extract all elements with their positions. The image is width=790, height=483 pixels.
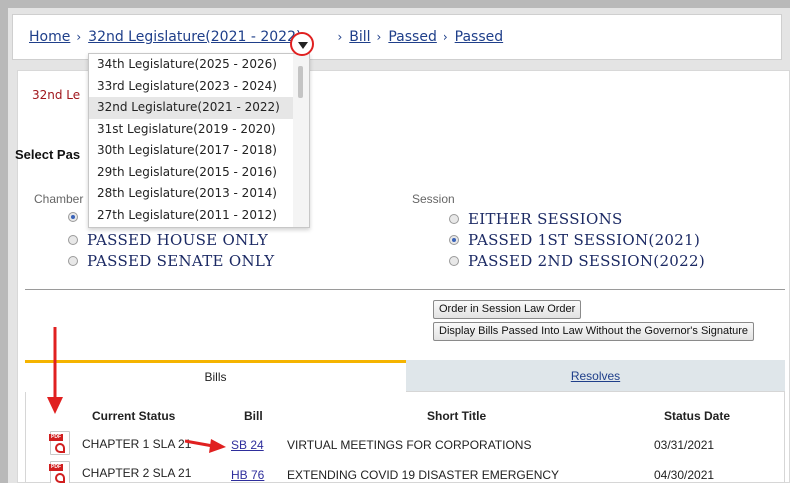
session-option-either[interactable]: EITHER SESSIONS bbox=[449, 210, 623, 228]
breadcrumb-separator: › bbox=[337, 30, 343, 44]
dropdown-option[interactable]: 30th Legislature(2017 - 2018) bbox=[89, 140, 309, 162]
radio-label: PASSED 1ST SESSION(2021) bbox=[468, 231, 701, 249]
radio-button[interactable] bbox=[68, 212, 78, 222]
breadcrumb-separator: › bbox=[76, 30, 82, 44]
row-status: CHAPTER 1 SLA 21 bbox=[82, 437, 192, 451]
radio-button[interactable] bbox=[449, 256, 459, 266]
breadcrumb-legislature-link[interactable]: 32nd Legislature(2021 - 2022) bbox=[88, 29, 301, 45]
tab-bills[interactable]: Bills bbox=[25, 360, 406, 392]
display-without-signature-button[interactable]: Display Bills Passed Into Law Without th… bbox=[433, 322, 755, 341]
column-header-current-status[interactable]: Current Status bbox=[92, 409, 175, 423]
chamber-option-senate[interactable]: PASSED SENATE ONLY bbox=[68, 252, 274, 270]
dropdown-option[interactable]: 28th Legislature(2013 - 2014) bbox=[89, 183, 309, 205]
scrollbar-thumb[interactable] bbox=[298, 66, 303, 98]
legislature-dropdown-list[interactable]: 34th Legislature(2025 - 2026) 33rd Legis… bbox=[88, 53, 310, 228]
session-option-second[interactable]: PASSED 2ND SESSION(2022) bbox=[449, 252, 705, 270]
dropdown-option[interactable]: 29th Legislature(2015 - 2016) bbox=[89, 162, 309, 184]
radio-label: EITHER SESSIONS bbox=[468, 210, 623, 228]
pdf-badge: PDF bbox=[49, 464, 63, 471]
legislature-title: 32nd Le bbox=[32, 88, 81, 102]
radio-label: PASSED 2ND SESSION(2022) bbox=[468, 252, 705, 270]
pdf-mark bbox=[55, 473, 65, 483]
dropdown-option[interactable]: 34th Legislature(2025 - 2026) bbox=[89, 54, 309, 76]
radio-button[interactable] bbox=[68, 235, 78, 245]
row-status-date: 03/31/2021 bbox=[654, 438, 715, 452]
breadcrumb-home-link[interactable]: Home bbox=[29, 29, 70, 45]
radio-button[interactable] bbox=[68, 256, 78, 266]
chevron-down-icon[interactable] bbox=[290, 32, 314, 56]
radio-label: PASSED HOUSE ONLY bbox=[87, 231, 269, 249]
select-passed-label: Select Pas bbox=[15, 147, 81, 162]
row-status: CHAPTER 2 SLA 21 bbox=[82, 466, 192, 480]
session-label: Session bbox=[412, 192, 455, 206]
tab-resolves[interactable]: Resolves bbox=[406, 360, 785, 392]
row-short-title: VIRTUAL MEETINGS FOR CORPORATIONS bbox=[287, 438, 532, 452]
tab-label: Bills bbox=[204, 370, 227, 384]
radio-button[interactable] bbox=[449, 214, 459, 224]
row-short-title: EXTENDING COVID 19 DISASTER EMERGENCY bbox=[287, 468, 560, 482]
bill-link[interactable]: HB 76 bbox=[231, 468, 264, 482]
chamber-option-house[interactable]: PASSED HOUSE ONLY bbox=[68, 231, 268, 249]
dropdown-option[interactable]: 27th Legislature(2011 - 2012) bbox=[89, 205, 309, 227]
pdf-icon[interactable]: PDF bbox=[49, 431, 70, 455]
tab-label: Resolves bbox=[570, 369, 621, 383]
breadcrumb-passed-link-2[interactable]: Passed bbox=[455, 29, 503, 45]
row-status-date: 04/30/2021 bbox=[654, 468, 715, 482]
dropdown-scrollbar[interactable] bbox=[293, 54, 309, 227]
chamber-radio-hidden[interactable] bbox=[68, 212, 87, 222]
divider bbox=[25, 289, 785, 290]
dropdown-option[interactable]: 31st Legislature(2019 - 2020) bbox=[89, 119, 309, 141]
radio-label: PASSED SENATE ONLY bbox=[87, 252, 275, 270]
order-session-law-button[interactable]: Order in Session Law Order bbox=[433, 300, 582, 319]
column-header-bill[interactable]: Bill bbox=[244, 409, 263, 423]
column-header-short-title[interactable]: Short Title bbox=[427, 409, 486, 423]
pdf-icon[interactable]: PDF bbox=[49, 461, 70, 483]
breadcrumb-bill-link[interactable]: Bill bbox=[349, 29, 370, 45]
dropdown-option-selected[interactable]: 32nd Legislature(2021 - 2022) bbox=[89, 97, 309, 119]
radio-button[interactable] bbox=[449, 235, 459, 245]
breadcrumb-passed-link[interactable]: Passed bbox=[388, 29, 436, 45]
bill-link[interactable]: SB 24 bbox=[231, 438, 264, 452]
breadcrumb-separator: › bbox=[442, 30, 448, 44]
chamber-label: Chamber bbox=[34, 192, 84, 206]
session-option-first[interactable]: PASSED 1ST SESSION(2021) bbox=[449, 231, 700, 249]
breadcrumb: Home › 32nd Legislature(2021 - 2022) › Bill ›… bbox=[29, 29, 503, 45]
pdf-mark bbox=[55, 443, 65, 453]
dropdown-option[interactable]: 33rd Legislature(2023 - 2024) bbox=[89, 76, 309, 98]
column-header-status-date[interactable]: Status Date bbox=[664, 409, 730, 423]
pdf-badge: PDF bbox=[49, 434, 63, 441]
breadcrumb-separator: › bbox=[376, 30, 382, 44]
